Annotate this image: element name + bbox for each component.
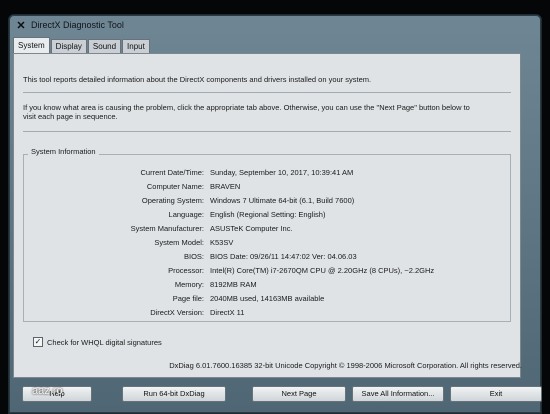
row-label: Page file: [172, 294, 204, 303]
tab-system[interactable]: System [13, 37, 50, 53]
row-value: DirectX 11 [210, 308, 245, 317]
row-label: System Manufacturer: [130, 224, 204, 233]
whql-label: Check for WHQL digital signatures [47, 337, 162, 347]
info-row-bios: BIOS: BIOS Date: 09/26/11 14:47:02 Ver: … [24, 252, 510, 264]
row-label: Current Date/Time: [140, 168, 205, 177]
info-row-directx-version: DirectX Version: DirectX 11 [24, 308, 510, 320]
row-label: Language: [168, 210, 204, 219]
row-value: Intel(R) Core(TM) i7-2670QM CPU @ 2.20GH… [210, 266, 435, 275]
run-64-bit-button[interactable]: Run 64-bit DxDiag [122, 386, 226, 402]
row-label: Computer Name: [146, 182, 204, 191]
info-row-memory: Memory: 8192MB RAM [24, 280, 510, 292]
intro-text: This tool reports detailed information a… [23, 75, 372, 84]
row-label: Operating System: [141, 196, 204, 205]
row-label: DirectX Version: [150, 308, 204, 317]
info-row-datetime: Current Date/Time: Sunday, September 10,… [24, 168, 510, 180]
row-label: Processor: [168, 266, 204, 275]
save-all-information-button[interactable]: Save All Information... [352, 386, 444, 402]
window-title: DirectX Diagnostic Tool [31, 20, 124, 30]
row-value: Sunday, September 10, 2017, 10:39:41 AM [210, 168, 354, 177]
row-value: K53SV [210, 238, 234, 247]
tab-sound[interactable]: Sound [87, 39, 122, 53]
whql-option[interactable]: ✓ Check for WHQL digital signatures [33, 337, 162, 347]
group-label: System Information [28, 147, 99, 156]
row-value: Windows 7 Ultimate 64-bit (6.1, Build 76… [210, 196, 355, 205]
directx-icon: ✕ [16, 19, 26, 32]
info-row-os: Operating System: Windows 7 Ultimate 64-… [24, 196, 510, 208]
row-value: English (Regional Setting: English) [210, 210, 326, 219]
row-value: 8192MB RAM [210, 280, 257, 289]
tab-display[interactable]: Display [50, 39, 87, 53]
tab-strip: System Display Sound Input [13, 37, 151, 53]
row-value: BIOS Date: 09/26/11 14:47:02 Ver: 04.06.… [210, 252, 357, 261]
row-value: BRAVEN [210, 182, 241, 191]
guidance-text-line2: visit each page in sequence. [23, 112, 118, 121]
copyright-text: DxDiag 6.01.7600.16385 32-bit Unicode Co… [169, 361, 522, 370]
exit-button[interactable]: Exit [450, 386, 542, 402]
row-value: ASUSTeK Computer Inc. [210, 224, 293, 233]
info-row-page-file: Page file: 2040MB used, 14163MB availabl… [24, 294, 510, 306]
system-tab-panel: This tool reports detailed information a… [13, 53, 522, 378]
info-row-computer-name: Computer Name: BRAVEN [24, 182, 510, 194]
watermark: aaz.ro [32, 385, 63, 397]
title-bar: ✕ DirectX Diagnostic Tool [9, 15, 541, 35]
divider [23, 92, 511, 93]
next-page-button[interactable]: Next Page [252, 386, 346, 402]
divider [23, 131, 511, 132]
whql-checkbox[interactable]: ✓ [33, 337, 43, 347]
row-value: 2040MB used, 14163MB available [210, 294, 325, 303]
info-row-language: Language: English (Regional Setting: Eng… [24, 210, 510, 222]
info-row-manufacturer: System Manufacturer: ASUSTeK Computer In… [24, 224, 510, 236]
system-information-group: Current Date/Time: Sunday, September 10,… [23, 154, 511, 322]
row-label: Memory: [174, 280, 204, 289]
info-row-model: System Model: K53SV [24, 238, 510, 250]
row-label: BIOS: [183, 252, 204, 261]
guidance-text-line1: If you know what area is causing the pro… [23, 103, 470, 112]
tab-input[interactable]: Input [122, 39, 150, 53]
info-row-processor: Processor: Intel(R) Core(TM) i7-2670QM C… [24, 266, 510, 278]
row-label: System Model: [154, 238, 204, 247]
